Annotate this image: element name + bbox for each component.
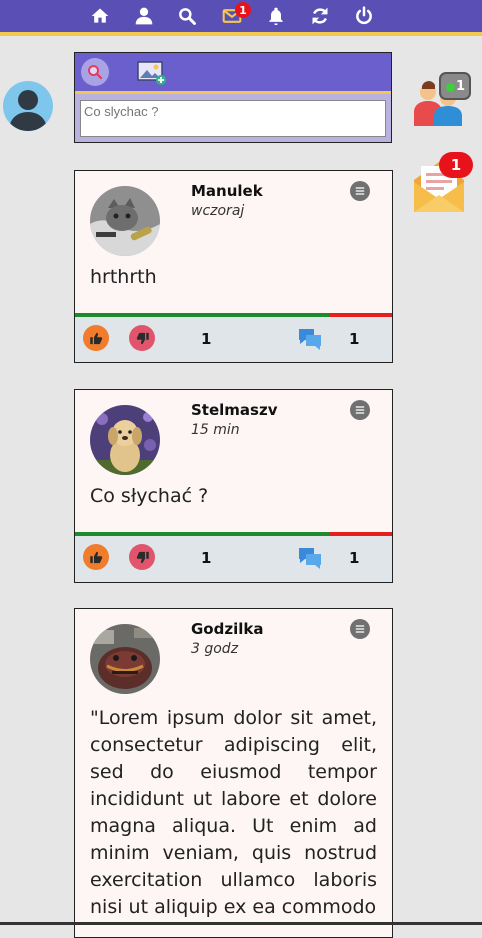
user-icon[interactable] xyxy=(132,5,156,27)
refresh-icon[interactable] xyxy=(308,5,332,27)
like-count: 1 xyxy=(201,330,212,348)
composer-search-button[interactable] xyxy=(81,58,109,86)
thumbs-up-icon xyxy=(89,551,102,563)
post-author[interactable]: Godzilka xyxy=(191,620,263,638)
dislike-button[interactable] xyxy=(129,544,155,570)
composer-toolbar xyxy=(75,53,391,94)
post-timestamp: 15 min xyxy=(191,422,240,438)
online-users-count: 1 xyxy=(439,72,471,100)
mail-count-badge: 1 xyxy=(439,152,473,178)
dislike-button[interactable] xyxy=(129,325,155,351)
comments-button[interactable] xyxy=(297,327,323,351)
messages-nav-button[interactable]: 1 xyxy=(220,2,251,27)
post-card: Stelmaszv 15 min Co słychać ? 1 1 xyxy=(74,389,393,583)
post-timestamp: 3 godz xyxy=(191,641,239,657)
godzilla-figure-photo xyxy=(90,624,160,694)
thumbs-down-icon xyxy=(136,551,149,563)
current-user-avatar[interactable] xyxy=(3,81,53,131)
online-dot-icon xyxy=(446,83,455,92)
post-composer xyxy=(74,52,392,143)
magnifier-icon xyxy=(88,65,103,80)
post-menu-icon[interactable] xyxy=(350,400,370,420)
post-text: Co słychać ? xyxy=(90,485,209,507)
puppy-photo xyxy=(90,405,160,475)
thumbs-up-icon xyxy=(89,332,102,344)
author-avatar[interactable] xyxy=(90,186,160,256)
like-count: 1 xyxy=(201,549,212,567)
cat-photo xyxy=(90,186,160,256)
speech-bubbles-icon xyxy=(299,548,321,569)
post-footer: 1 1 xyxy=(75,317,392,362)
post-menu-icon[interactable] xyxy=(350,181,370,201)
message-count-badge: 1 xyxy=(235,2,251,18)
post-card: Godzilka 3 godz "Lorem ipsum dolor sit a… xyxy=(74,608,393,938)
post-card: Manulek wczoraj hrthrth 1 1 xyxy=(74,170,393,363)
power-icon[interactable] xyxy=(352,5,376,27)
bell-icon[interactable] xyxy=(264,5,288,27)
post-timestamp: wczoraj xyxy=(191,203,245,219)
post-text: hrthrth xyxy=(90,266,157,288)
author-avatar[interactable] xyxy=(90,405,160,475)
like-button[interactable] xyxy=(83,544,109,570)
search-icon[interactable] xyxy=(175,5,199,27)
mail-button[interactable]: 1 xyxy=(412,152,474,214)
post-author[interactable]: Stelmaszv xyxy=(191,401,277,419)
new-post-input[interactable] xyxy=(80,100,386,137)
home-icon[interactable] xyxy=(88,5,112,27)
thumbs-down-icon xyxy=(136,332,149,344)
top-navigation-bar: 1 xyxy=(0,0,482,36)
author-avatar[interactable] xyxy=(90,624,160,694)
add-image-icon[interactable] xyxy=(137,60,167,86)
comment-count: 1 xyxy=(349,549,360,567)
post-text: "Lorem ipsum dolor sit amet, consectetur… xyxy=(90,707,377,918)
speech-bubbles-icon xyxy=(299,329,321,350)
post-menu-icon[interactable] xyxy=(350,619,370,639)
post-author[interactable]: Manulek xyxy=(191,182,263,200)
online-users-button[interactable]: 1 xyxy=(412,70,471,128)
comment-count: 1 xyxy=(349,330,360,348)
like-button[interactable] xyxy=(83,325,109,351)
comments-button[interactable] xyxy=(297,546,323,570)
person-silhouette-icon xyxy=(9,90,47,131)
post-footer: 1 1 xyxy=(75,536,392,582)
